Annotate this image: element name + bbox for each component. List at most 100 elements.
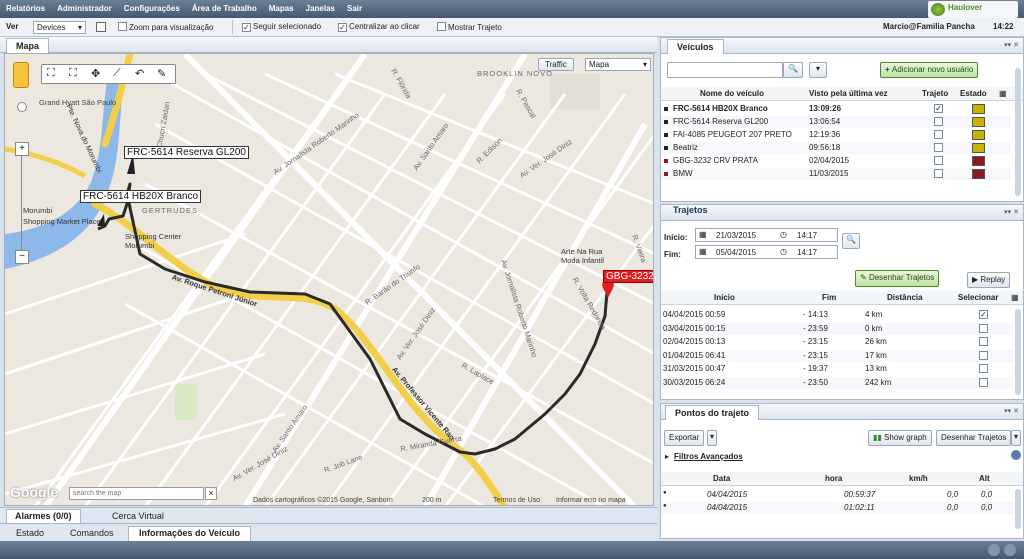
tab-alarmes[interactable]: Alarmes (0/0)	[6, 509, 81, 524]
col-nome[interactable]: Nome do veículo	[700, 89, 764, 98]
exportar-button[interactable]: Exportar	[664, 430, 705, 446]
street-view-pegman-icon[interactable]	[13, 62, 29, 88]
search-icon[interactable]: 🔍	[783, 62, 803, 78]
table-row[interactable]: 01/04/2015 06:41 - 23:15 17 km	[661, 349, 1013, 362]
measure-icon[interactable]: ⟋	[113, 67, 121, 80]
filtros-avancados-link[interactable]: Filtros Avançados	[674, 452, 743, 461]
menu-administrador[interactable]: Administrador	[51, 0, 118, 18]
desenhar-trajetos-button[interactable]: ✎ Desenhar Trajetos	[855, 270, 940, 287]
trajeto-checkbox[interactable]	[934, 169, 943, 178]
col-fim[interactable]: Fim	[822, 293, 836, 302]
chevron-down-icon[interactable]: ▾	[707, 430, 717, 446]
undo-icon[interactable]: ↶	[135, 67, 144, 80]
traffic-button[interactable]: Traffic	[538, 58, 574, 71]
col-alt[interactable]: Alt	[979, 474, 990, 483]
selecionar-checkbox[interactable]	[979, 350, 988, 360]
seguir-checkbox[interactable]: ✓	[242, 23, 251, 32]
tab-comandos[interactable]: Comandos	[70, 528, 114, 538]
col-estado[interactable]: Estado	[960, 89, 987, 98]
report-link[interactable]: Informar erro no mapa	[556, 497, 626, 504]
scrollbar[interactable]	[1015, 68, 1021, 196]
selecionar-checkbox[interactable]	[979, 364, 988, 373]
calendar-icon[interactable]: ▦	[699, 247, 707, 256]
terms-link[interactable]: Termos de Uso	[493, 497, 540, 504]
add-user-button[interactable]: + Adicionar novo usuário	[880, 62, 979, 78]
menu-relatorios[interactable]: Relatórios	[0, 0, 51, 18]
calendar-icon[interactable]: ▦	[699, 230, 707, 239]
table-row[interactable]: GBG-3232 CRV PRATA 02/04/2015	[661, 155, 1011, 167]
pan-icon[interactable]: ✥	[91, 67, 100, 80]
centralizar-checkbox[interactable]: ✓	[338, 23, 347, 32]
clock-icon[interactable]: ◷	[780, 247, 787, 256]
clock-icon[interactable]: ◷	[780, 230, 787, 239]
search-icon[interactable]: 🔍	[842, 233, 860, 249]
tab-estado[interactable]: Estado	[16, 528, 44, 538]
zoom-checkbox[interactable]	[118, 22, 127, 31]
note-icon[interactable]: ✎	[157, 67, 166, 80]
tab-mapa[interactable]: Mapa	[6, 38, 50, 53]
vehicle-label-reserva[interactable]: FRC-5614 Reserva GL200	[124, 146, 249, 159]
table-row[interactable]: 03/04/2015 00:15 - 23:59 0 km	[661, 322, 1013, 335]
scrollbar[interactable]	[1015, 489, 1021, 529]
map-type-select[interactable]: Mapa ▾	[585, 58, 651, 71]
close-icon[interactable]: ×	[205, 487, 217, 500]
trajeto-checkbox[interactable]	[934, 143, 943, 152]
table-row[interactable]: 30/03/2015 06:24 - 23:50 242 km	[661, 376, 1013, 389]
pan-control-icon[interactable]	[17, 102, 27, 112]
table-row[interactable]: FRC-5614 Reserva GL200 13:06:54	[661, 116, 1011, 128]
col-trajeto[interactable]: Trajeto	[922, 89, 948, 98]
zoom-box-icon[interactable]: ⛶	[47, 67, 55, 80]
scrollbar[interactable]	[1015, 309, 1021, 395]
menu-mapas[interactable]: Mapas	[263, 0, 300, 18]
col-selecionar[interactable]: Selecionar	[958, 293, 998, 302]
selecionar-checkbox[interactable]	[979, 377, 988, 387]
col-inicio[interactable]: Início	[714, 293, 735, 302]
menu-configuracoes[interactable]: Configurações	[118, 0, 186, 18]
menu-sair[interactable]: Sair	[341, 0, 368, 18]
columns-icon[interactable]: ▦	[999, 89, 1007, 98]
mostrar-trajeto-checkbox[interactable]	[437, 22, 446, 31]
fim-field[interactable]: ▦ 05/04/2015 ◷ 14:17	[695, 245, 838, 259]
col-kmh[interactable]: km/h	[909, 474, 928, 483]
chevron-down-icon[interactable]: ▾	[809, 62, 827, 78]
panel-controls-icon[interactable]: ▾▾ ✕	[1004, 41, 1019, 49]
panel-controls-icon[interactable]: ▾▾ ✕	[1004, 407, 1019, 415]
table-row[interactable]: 02/04/2015 00:13 - 23:15 26 km	[661, 336, 1013, 348]
table-row[interactable]: 04/04/2015 00:59 - 14:13 4 km ✓	[661, 309, 1013, 321]
vehicle-label-gbg[interactable]: GBG-3232	[603, 270, 653, 283]
zoom-out-box-icon[interactable]: ⛶	[69, 67, 77, 80]
filter-icon[interactable]: ▸	[665, 452, 669, 461]
trajeto-checkbox[interactable]	[934, 130, 943, 139]
col-data[interactable]: Data	[713, 474, 730, 483]
table-row[interactable]: ● 04/04/2015 00:59:37 0,0 0,0	[661, 489, 1013, 501]
tab-informacoes[interactable]: Informações do Veículo	[128, 526, 252, 541]
veiculo-search-input[interactable]	[667, 62, 783, 78]
zoom-slider[interactable]	[21, 144, 31, 254]
grid-icon[interactable]	[96, 22, 106, 32]
chevron-down-icon[interactable]: ▾	[1011, 430, 1021, 446]
table-row[interactable]: FAI-4085 PEUGEOT 207 PRETO 12:19:36	[661, 129, 1011, 141]
trajeto-checkbox[interactable]: ✓	[934, 104, 943, 113]
table-row[interactable]: BMW 11/03/2015	[661, 168, 1011, 180]
selecionar-checkbox[interactable]: ✓	[979, 310, 988, 319]
map-search-input[interactable]	[69, 487, 204, 500]
show-graph-button[interactable]: ▮▮ Show graph	[868, 430, 932, 446]
table-row[interactable]: Beatriz 09:56:18	[661, 142, 1011, 154]
zoom-out-icon[interactable]: −	[15, 250, 29, 264]
help-icon[interactable]	[1011, 450, 1021, 460]
inicio-field[interactable]: ▦ 21/03/2015 ◷ 14:17	[695, 228, 838, 242]
table-row[interactable]: ● 04/04/2015 01:02:11 0,0 0,0	[661, 502, 1013, 514]
replay-button[interactable]: ▶ Replay	[967, 272, 1011, 288]
columns-icon[interactable]: ▦	[1011, 293, 1019, 302]
col-hora[interactable]: hora	[825, 474, 842, 483]
vehicle-label-branco[interactable]: FRC-5614 HB20X Branco	[80, 190, 202, 203]
selecionar-checkbox[interactable]	[979, 323, 988, 333]
col-visto[interactable]: Visto pela última vez	[809, 89, 888, 98]
menu-janelas[interactable]: Janelas	[300, 0, 341, 18]
table-row[interactable]: 31/03/2015 00:47 - 19:37 13 km	[661, 363, 1013, 375]
desenhar-trajetos-button-2[interactable]: Desenhar Trajetos	[936, 430, 1012, 446]
map-canvas[interactable]: Grand Hyatt São Paulo BROOKLIN NOVO Moru…	[4, 53, 654, 506]
col-distancia[interactable]: Distância	[887, 293, 923, 302]
table-row[interactable]: FRC-5614 HB20X Branco 13:09:26 ✓	[661, 103, 1011, 115]
zoom-in-icon[interactable]: +	[15, 142, 29, 156]
